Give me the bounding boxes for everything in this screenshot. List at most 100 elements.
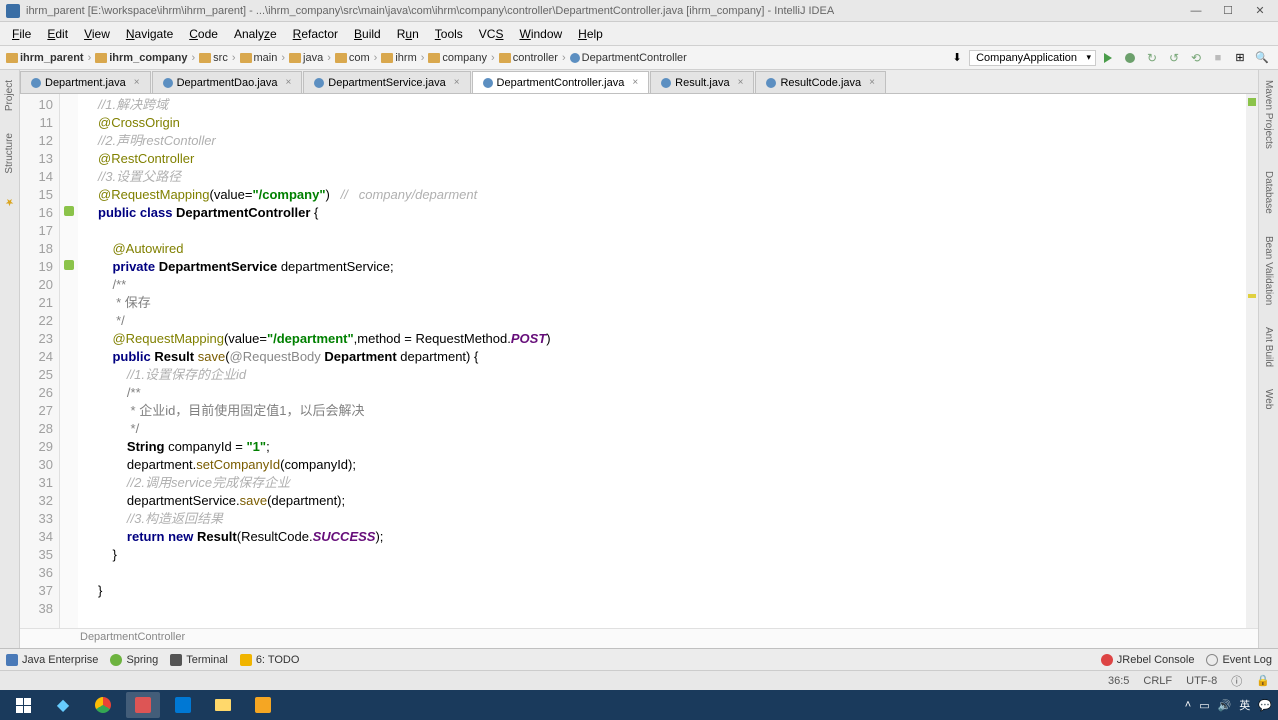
breadcrumb-item[interactable]: ihrm xyxy=(381,52,416,64)
tool-event-log[interactable]: Event Log xyxy=(1206,654,1272,666)
intellij-icon xyxy=(135,697,151,713)
taskbar-chrome[interactable] xyxy=(86,692,120,718)
breadcrumb-item[interactable]: src xyxy=(199,52,228,64)
menu-view[interactable]: View xyxy=(76,25,118,43)
tab-department[interactable]: Department.java× xyxy=(20,71,151,93)
tab-resultcode[interactable]: ResultCode.java× xyxy=(755,71,886,93)
close-icon[interactable]: × xyxy=(869,77,875,88)
run-button[interactable] xyxy=(1098,49,1118,67)
tray-volume-icon[interactable]: 🔊 xyxy=(1218,699,1232,712)
star-icon: ★ xyxy=(4,196,15,207)
tool-java-enterprise[interactable]: Java Enterprise xyxy=(6,654,98,666)
folder-icon xyxy=(335,53,347,63)
menu-edit[interactable]: Edit xyxy=(39,25,76,43)
breadcrumb-item[interactable]: com xyxy=(335,52,370,64)
start-button[interactable] xyxy=(6,692,40,718)
menu-tools[interactable]: Tools xyxy=(427,25,471,43)
windows-icon xyxy=(16,698,31,713)
tool-terminal[interactable]: Terminal xyxy=(170,654,228,666)
tool-project[interactable]: Project xyxy=(2,74,17,117)
menu-help[interactable]: Help xyxy=(570,25,611,43)
taskbar-intellij[interactable] xyxy=(126,692,160,718)
tool-maven[interactable]: Maven Projects xyxy=(1261,74,1276,155)
menu-window[interactable]: Window xyxy=(511,25,570,43)
tray-chevron-icon[interactable]: ˄ xyxy=(1185,699,1191,711)
tool-todo[interactable]: 6: TODO xyxy=(240,654,300,666)
inspection-ok-icon xyxy=(1248,98,1256,106)
jrebel-debug-button[interactable]: ↺ xyxy=(1164,49,1184,67)
menu-file[interactable]: FFileile xyxy=(4,25,39,43)
tray-notification-icon[interactable]: 💬 xyxy=(1258,699,1272,712)
menu-vcs[interactable]: VCS xyxy=(471,25,512,43)
taskbar-app2[interactable] xyxy=(246,692,280,718)
close-icon[interactable]: × xyxy=(134,77,140,88)
search-button[interactable]: 🔍 xyxy=(1252,49,1272,67)
close-icon[interactable]: × xyxy=(285,77,291,88)
warning-marker[interactable] xyxy=(1248,294,1256,298)
code-content[interactable]: //1.解决跨域@CrossOrigin//2.声明restContoller@… xyxy=(78,94,1246,628)
close-button[interactable]: ✕ xyxy=(1248,3,1272,19)
taskbar-vscode[interactable] xyxy=(166,692,200,718)
close-icon[interactable]: × xyxy=(738,77,744,88)
tab-departmentdao[interactable]: DepartmentDao.java× xyxy=(152,71,303,93)
tool-database[interactable]: Database xyxy=(1261,165,1276,220)
breadcrumb-item[interactable]: ihrm_company xyxy=(95,52,187,64)
terminal-icon xyxy=(170,654,182,666)
line-separator[interactable]: CRLF xyxy=(1143,675,1172,687)
build-button[interactable]: ⬇ xyxy=(947,49,967,67)
encoding[interactable]: UTF-8 xyxy=(1186,675,1217,687)
menu-navigate[interactable]: Navigate xyxy=(118,25,181,43)
taskbar-app[interactable]: ◆ xyxy=(46,692,80,718)
tray-network-icon[interactable]: ▭ xyxy=(1199,699,1209,712)
menu-code[interactable]: Code xyxy=(181,25,226,43)
breadcrumb-root[interactable]: ihrm_parent xyxy=(6,52,84,64)
caret-position[interactable]: 36:5 xyxy=(1108,675,1129,687)
taskbar-explorer[interactable] xyxy=(206,692,240,718)
tool-bean-validation[interactable]: Bean Validation xyxy=(1261,230,1276,311)
breadcrumb-item[interactable]: java xyxy=(289,52,323,64)
breadcrumb-class[interactable]: DepartmentController xyxy=(570,52,687,64)
readonly-lock-icon[interactable]: 🔒 xyxy=(1256,674,1270,687)
debug-button[interactable] xyxy=(1120,49,1140,67)
tool-jrebel-console[interactable]: JRebel Console xyxy=(1101,654,1195,666)
error-stripe[interactable] xyxy=(1246,94,1258,628)
maximize-button[interactable]: ☐ xyxy=(1216,3,1240,19)
context-info-icon[interactable]: ⓘ xyxy=(1231,673,1242,689)
tab-result[interactable]: Result.java× xyxy=(650,71,754,93)
menu-build[interactable]: Build xyxy=(346,25,389,43)
titlebar: ihrm_parent [E:\workspace\ihrm\ihrm_pare… xyxy=(0,0,1278,22)
java-ee-icon xyxy=(6,654,18,666)
close-icon[interactable]: × xyxy=(632,77,638,88)
tool-ant[interactable]: Ant Build xyxy=(1261,321,1276,373)
project-structure-button[interactable]: ⊞ xyxy=(1230,49,1250,67)
tool-favorites[interactable]: ★ xyxy=(2,190,17,213)
breadcrumb-item[interactable]: main xyxy=(240,52,278,64)
tab-departmentservice[interactable]: DepartmentService.java× xyxy=(303,71,470,93)
folder-icon xyxy=(428,53,440,63)
tab-departmentcontroller[interactable]: DepartmentController.java× xyxy=(472,71,650,93)
menu-analyze[interactable]: Analyze xyxy=(226,25,285,43)
tool-spring[interactable]: Spring xyxy=(110,654,158,666)
windows-taskbar: ◆ ˄ ▭ 🔊 英 💬 xyxy=(0,690,1278,720)
tray-ime[interactable]: 英 xyxy=(1239,697,1250,713)
editor-breadcrumb[interactable]: DepartmentController xyxy=(20,628,1258,648)
jrebel-update-button[interactable]: ⟲ xyxy=(1186,49,1206,67)
folder-icon xyxy=(289,53,301,63)
stop-button[interactable]: ■ xyxy=(1208,49,1228,67)
close-icon[interactable]: × xyxy=(454,77,460,88)
run-config-select[interactable]: CompanyApplication xyxy=(969,50,1096,66)
jrebel-icon xyxy=(1101,654,1113,666)
minimize-button[interactable]: — xyxy=(1184,3,1208,19)
tool-web[interactable]: Web xyxy=(1261,383,1276,415)
breadcrumb-item[interactable]: company xyxy=(428,52,487,64)
breadcrumb-item[interactable]: controller xyxy=(499,52,558,64)
code-editor[interactable]: 1011121314151617181920212223242526272829… xyxy=(20,94,1258,628)
menu-refactor[interactable]: Refactor xyxy=(285,25,346,43)
play-icon xyxy=(1104,53,1112,63)
right-tool-stripe: Maven Projects Database Bean Validation … xyxy=(1258,70,1278,648)
tool-structure[interactable]: Structure xyxy=(2,127,17,180)
system-tray[interactable]: ˄ ▭ 🔊 英 💬 xyxy=(1185,697,1272,713)
menubar: FFileile Edit View Navigate Code Analyze… xyxy=(0,22,1278,46)
jrebel-run-button[interactable]: ↻ xyxy=(1142,49,1162,67)
menu-run[interactable]: Run xyxy=(389,25,427,43)
